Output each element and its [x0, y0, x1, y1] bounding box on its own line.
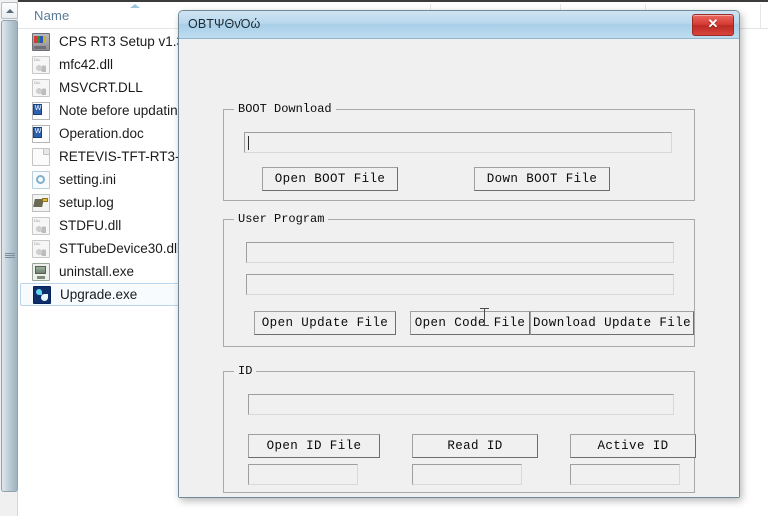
- dll-library-icon: [32, 239, 50, 258]
- dialog-title: ΟΒΤΨΘνΌώ: [188, 17, 261, 31]
- file-name-label: MSVCRT.DLL: [59, 80, 143, 95]
- scrollbar-thumb[interactable]: [1, 20, 18, 492]
- text-caret: [248, 136, 249, 150]
- dll-library-icon: [32, 78, 50, 97]
- log-file-icon: [32, 193, 50, 212]
- scroll-up-button[interactable]: [1, 2, 18, 19]
- file-name-label: Upgrade.exe: [60, 287, 138, 302]
- read-id-button[interactable]: Read ID: [412, 434, 538, 458]
- file-name-label: mfc42.dll: [59, 57, 114, 72]
- id-group-title: ID: [234, 364, 257, 378]
- sort-ascending-arrow-icon: [130, 4, 140, 8]
- download-update-file-button[interactable]: Download Update File: [530, 311, 694, 335]
- user-program-group: User Program Open Update File Open Code …: [223, 212, 695, 347]
- close-button[interactable]: ✕: [692, 14, 734, 36]
- dll-library-icon: [32, 216, 50, 235]
- file-list-item[interactable]: Upgrade.exe: [20, 283, 188, 306]
- active-id-value-input[interactable]: [570, 464, 680, 485]
- vertical-scrollbar[interactable]: [0, 0, 18, 516]
- config-ini-icon: [32, 170, 50, 189]
- file-name-label: setting.ini: [59, 172, 117, 187]
- boot-download-group: BOOT Download Open BOOT File Down BOOT F…: [223, 102, 695, 201]
- word-document-icon: [32, 124, 50, 143]
- open-boot-file-button[interactable]: Open BOOT File: [262, 167, 398, 191]
- read-id-value-input[interactable]: [412, 464, 522, 485]
- upgrade-executable-icon: [33, 285, 51, 304]
- file-name-label: setup.log: [59, 195, 114, 210]
- word-document-icon: [32, 101, 50, 120]
- code-file-path-input[interactable]: [246, 274, 674, 295]
- id-file-path-input[interactable]: [248, 394, 674, 415]
- file-name-label: Note before updating.: [59, 103, 189, 118]
- user-program-group-title: User Program: [234, 212, 329, 226]
- file-name-label: STTubeDevice30.dll: [59, 241, 181, 256]
- rar-archive-icon: [32, 32, 50, 51]
- dll-library-icon: [32, 55, 50, 74]
- open-id-value-input[interactable]: [248, 464, 358, 485]
- column-divider[interactable]: [760, 4, 761, 28]
- update-file-path-input[interactable]: [246, 242, 674, 263]
- blank-file-icon: [32, 147, 50, 166]
- open-id-file-button[interactable]: Open ID File: [248, 434, 380, 458]
- open-code-file-button[interactable]: Open Code File: [410, 311, 530, 335]
- boot-file-path-input[interactable]: [244, 132, 672, 153]
- uninstall-executable-icon: [32, 262, 50, 281]
- file-name-label: Operation.doc: [59, 126, 144, 141]
- active-id-button[interactable]: Active ID: [570, 434, 696, 458]
- column-header-name[interactable]: Name: [34, 8, 69, 23]
- file-name-label: uninstall.exe: [59, 264, 135, 279]
- upgrade-dialog-window: ΟΒΤΨΘνΌώ ✕ BOOT Download Open BOOT File …: [178, 10, 740, 498]
- close-icon: ✕: [707, 16, 719, 31]
- file-name-label: STDFU.dll: [59, 218, 122, 233]
- dialog-titlebar[interactable]: ΟΒΤΨΘνΌώ ✕: [179, 11, 739, 39]
- open-update-file-button[interactable]: Open Update File: [254, 311, 396, 335]
- scrollbar-grip-icon: [5, 253, 15, 259]
- down-boot-file-button[interactable]: Down BOOT File: [474, 167, 610, 191]
- screen: Name CPS RT3 Setup v1.32.ramfc42.dllMSVC…: [0, 0, 768, 516]
- id-group: ID Open ID File Read ID Active ID: [223, 364, 696, 493]
- dialog-body: BOOT Download Open BOOT File Down BOOT F…: [179, 39, 739, 497]
- boot-download-group-title: BOOT Download: [234, 102, 336, 116]
